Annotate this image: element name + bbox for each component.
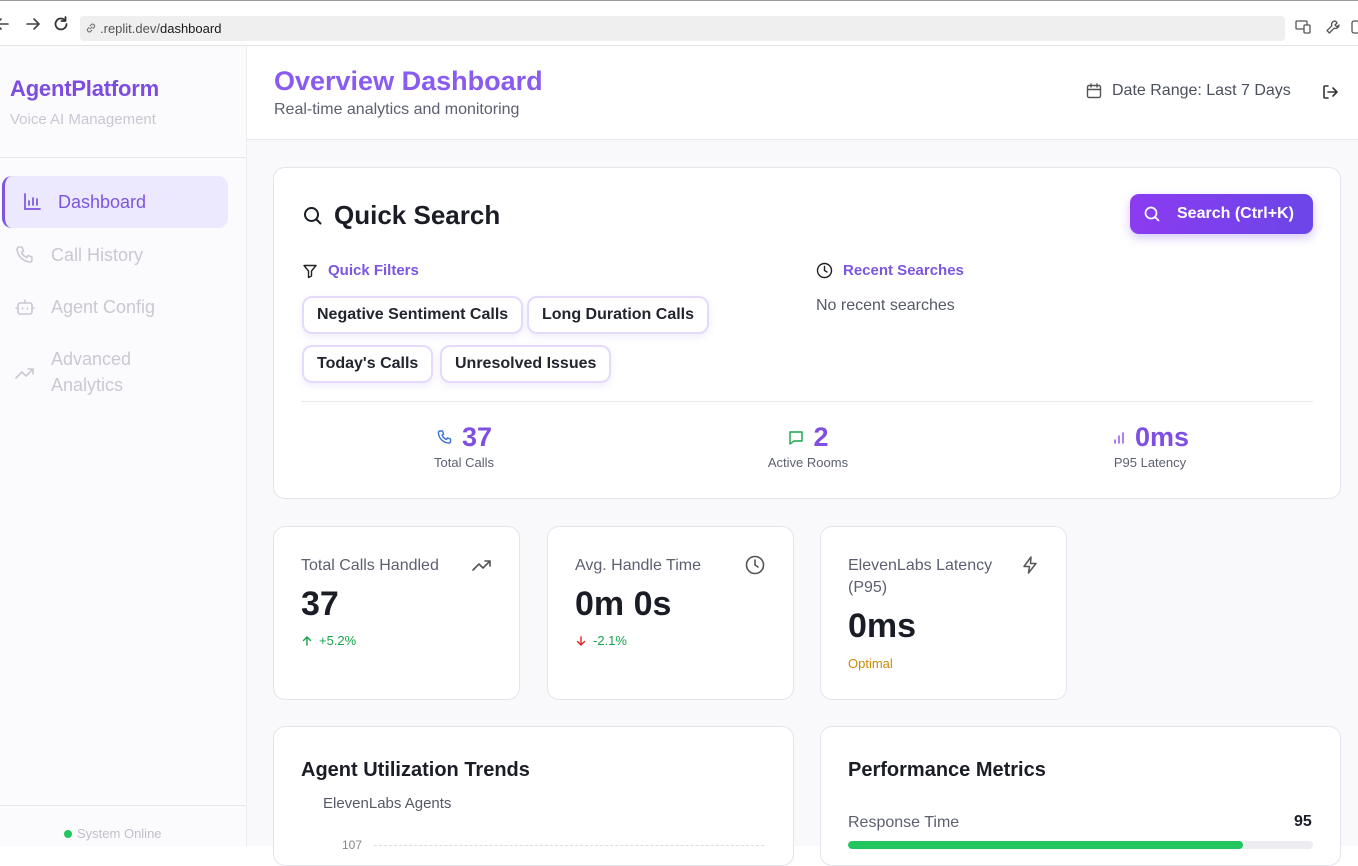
back-icon[interactable]: [0, 15, 14, 35]
reload-icon[interactable]: [52, 15, 72, 35]
page-title: Overview Dashboard: [274, 66, 543, 96]
stat-total-calls: 37 Total Calls: [394, 422, 534, 470]
devices-icon[interactable]: [1294, 18, 1312, 36]
bot-icon: [14, 296, 36, 318]
date-range-button[interactable]: Date Range: Last 7 Days: [1085, 82, 1291, 100]
metric-change: -2.1%: [575, 633, 627, 648]
sidebar-item-call-history[interactable]: Call History: [2, 229, 228, 281]
arrow-down-icon: [575, 635, 593, 647]
metric-change: +5.2%: [301, 633, 356, 648]
signal-icon: [1111, 430, 1127, 446]
url-path: dashboard: [159, 21, 222, 36]
trending-up-icon: [14, 362, 36, 384]
stat-active-rooms: 2 Active Rooms: [738, 422, 878, 470]
brand-name[interactable]: AgentPlatform: [10, 76, 159, 102]
performance-progress-fill: [848, 841, 1244, 849]
stat-label: Active Rooms: [767, 455, 849, 470]
metric-value: 0m 0s: [575, 585, 672, 623]
status-dot: [64, 829, 72, 838]
stat-value: 2: [813, 422, 829, 452]
calendar-icon: [1085, 82, 1112, 100]
stat-value: 37: [461, 422, 493, 452]
bar-chart-icon: [21, 191, 43, 213]
stat-p95-latency: 0ms P95 Latency: [1080, 422, 1220, 470]
stat-value: 0ms: [1134, 422, 1190, 452]
sidebar-divider: [0, 157, 246, 158]
chart-legend-label: ElevenLabs Agents: [323, 795, 452, 812]
sidebar: AgentPlatform Voice AI Management Dashbo…: [0, 46, 247, 846]
search-button-label: Search (Ctrl+K): [1177, 205, 1294, 222]
metric-value: 37: [301, 585, 339, 623]
performance-row-label: Response Time: [848, 814, 960, 831]
metric-status: Optimal: [848, 656, 893, 671]
url-host: .replit.dev/: [100, 21, 160, 36]
trending-up-icon: [471, 555, 493, 575]
page-subtitle: Real-time analytics and monitoring: [274, 101, 520, 118]
address-bar[interactable]: .replit.dev/dashboard: [80, 16, 1285, 41]
system-status: System Online: [64, 826, 162, 841]
phone-icon: [14, 244, 36, 266]
sidebar-item-agent-config[interactable]: Agent Config: [2, 281, 228, 333]
logout-icon[interactable]: [1321, 83, 1339, 101]
message-icon: [787, 429, 805, 447]
filter-icon: [302, 263, 328, 279]
wrench-icon[interactable]: [1324, 18, 1342, 36]
panel-icon[interactable]: [1350, 18, 1358, 36]
performance-card: Performance Metrics Response Time 95: [820, 726, 1341, 866]
recent-searches-empty: No recent searches: [816, 297, 955, 314]
browser-bar: .replit.dev/dashboard: [0, 0, 1358, 46]
metric-value: 0ms: [848, 607, 917, 645]
metric-card-total-calls: Total Calls Handled 37 +5.2%: [273, 526, 520, 700]
arrow-up-icon: [301, 635, 319, 647]
quick-filters-heading: Quick Filters: [302, 262, 419, 279]
brand-subtitle: Voice AI Management: [10, 111, 156, 128]
filter-chip-negative-sentiment[interactable]: Negative Sentiment Calls: [302, 296, 524, 334]
sidebar-item-label: Advanced Analytics: [51, 349, 132, 395]
metric-label: Total Calls Handled: [301, 557, 439, 574]
sidebar-item-label: Call History: [51, 244, 144, 265]
quick-search-title: Quick Search: [302, 200, 500, 231]
sidebar-item-label: Dashboard: [58, 191, 147, 212]
quick-search-card: Quick Search Search (Ctrl+K) Quick Filte…: [273, 167, 1341, 499]
metric-label: Avg. Handle Time: [575, 557, 701, 574]
performance-title: Performance Metrics: [848, 759, 1046, 781]
sidebar-footer-divider: [0, 805, 246, 806]
performance-progress-track: [848, 841, 1313, 849]
filter-chip-todays-calls[interactable]: Today's Calls: [302, 345, 434, 383]
page-header: Overview Dashboard Real-time analytics a…: [247, 46, 1358, 140]
search-button[interactable]: Search (Ctrl+K): [1130, 194, 1313, 234]
forward-icon[interactable]: [24, 15, 44, 35]
quick-search-divider: [301, 401, 1313, 402]
zap-icon: [1020, 555, 1040, 575]
y-axis-tick: 107: [342, 838, 363, 852]
stat-label: Total Calls: [434, 455, 494, 470]
date-range-label: Date Range: Last 7 Days: [1112, 82, 1291, 99]
performance-row-value: 95: [1294, 813, 1312, 830]
filter-chip-unresolved-issues[interactable]: Unresolved Issues: [440, 345, 612, 383]
phone-icon: [436, 429, 454, 447]
clock-icon: [745, 555, 765, 575]
search-icon: [302, 205, 334, 227]
filter-chip-long-duration[interactable]: Long Duration Calls: [527, 296, 709, 334]
sidebar-item-advanced-analytics[interactable]: Advanced Analytics: [2, 346, 228, 410]
stat-label: P95 Latency: [1113, 455, 1187, 470]
clock-icon: [816, 262, 843, 279]
utilization-title: Agent Utilization Trends: [301, 759, 530, 781]
metric-card-elevenlabs-latency: ElevenLabs Latency (P95) 0ms Optimal: [820, 526, 1067, 700]
metric-card-handle-time: Avg. Handle Time 0m 0s -2.1%: [547, 526, 794, 700]
sidebar-item-label: Agent Config: [51, 296, 156, 317]
search-icon: [1143, 205, 1177, 223]
link-icon: [85, 22, 97, 34]
status-text: System Online: [77, 826, 162, 841]
recent-searches-heading: Recent Searches: [816, 262, 964, 279]
metric-label: ElevenLabs Latency (P95): [848, 557, 993, 596]
utilization-card: Agent Utilization Trends ElevenLabs Agen…: [273, 726, 794, 866]
sidebar-item-dashboard[interactable]: Dashboard: [2, 176, 228, 228]
